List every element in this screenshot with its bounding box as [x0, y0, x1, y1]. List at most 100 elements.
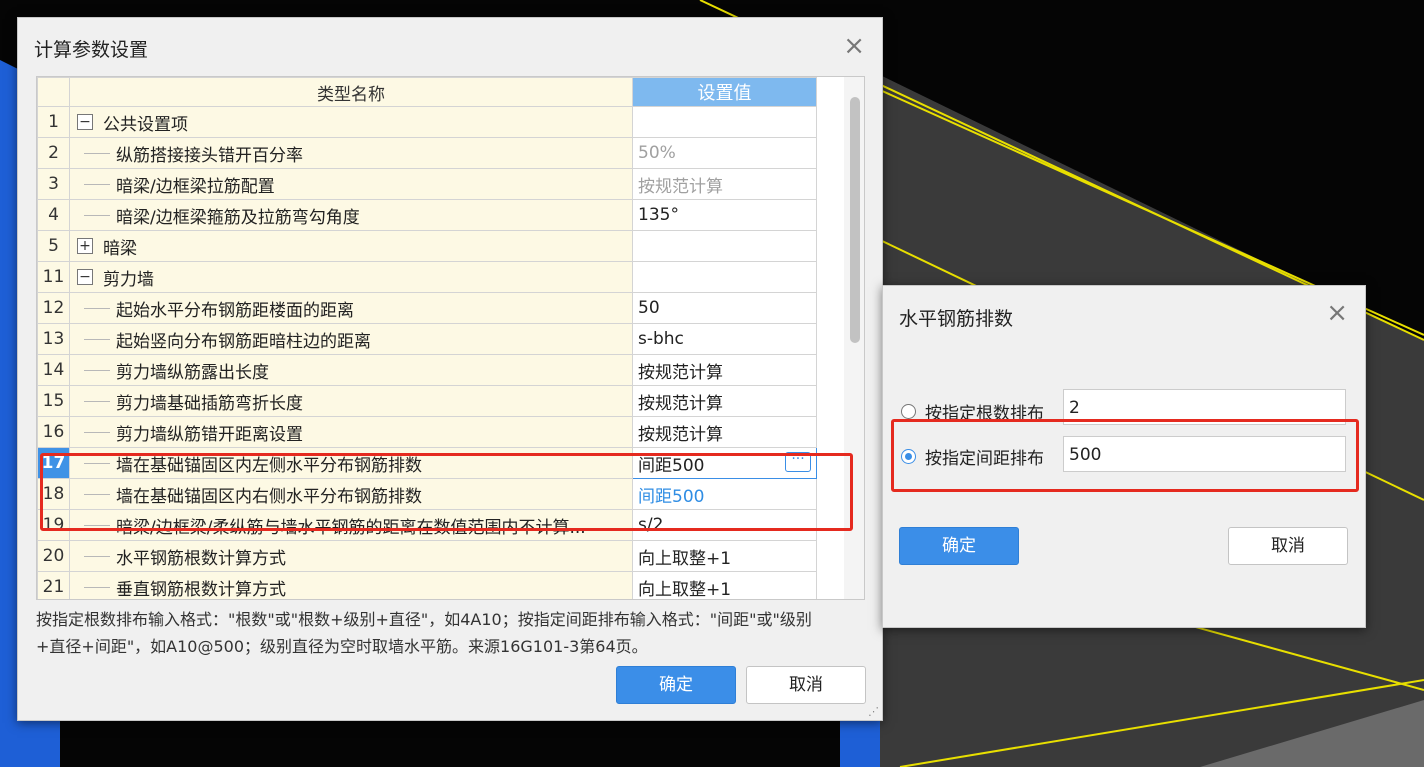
- ok-button[interactable]: 确定: [899, 527, 1019, 565]
- table-row[interactable]: 14 剪力墙纵筋露出长度 按规范计算: [37, 354, 817, 386]
- radio-by-count[interactable]: [901, 404, 916, 419]
- row-name-text: 剪力墙基础插筋弯折长度: [116, 393, 303, 414]
- tree-branch-line: [84, 431, 110, 433]
- row-number: 14: [37, 354, 70, 386]
- table-header-row: 类型名称 设置值: [37, 77, 817, 107]
- cancel-button[interactable]: 取消: [746, 666, 866, 704]
- row-type-name: − 公共设置项: [69, 106, 633, 138]
- collapse-icon[interactable]: −: [77, 269, 93, 285]
- tree-branch-line: [84, 152, 110, 154]
- row-value-text: 135°: [638, 205, 679, 225]
- calc-params-dialog: 计算参数设置 × 类型名称 设置值 1− 公共设置项 2 纵筋搭接接头错开百分率 50%…: [17, 17, 883, 721]
- row-number: 11: [37, 261, 70, 293]
- row-name-text: 剪力墙: [103, 269, 154, 290]
- table-row[interactable]: 21 垂直钢筋根数计算方式 向上取整+1: [37, 571, 817, 600]
- ok-button[interactable]: 确定: [616, 666, 736, 704]
- table-row[interactable]: 1− 公共设置项: [37, 106, 817, 138]
- row-type-name: − 剪力墙: [69, 261, 633, 293]
- row-value-text: 按规范计算: [638, 424, 723, 445]
- row-type-name: 纵筋搭接接头错开百分率: [69, 137, 633, 169]
- row-number: 15: [37, 385, 70, 417]
- table-row[interactable]: 12 起始水平分布钢筋距楼面的距离 50: [37, 292, 817, 324]
- table-row[interactable]: 20 水平钢筋根数计算方式 向上取整+1: [37, 540, 817, 572]
- row-type-name: 起始水平分布钢筋距楼面的距离: [69, 292, 633, 324]
- row-value-text: 向上取整+1: [638, 548, 732, 569]
- row-value-text: 按规范计算: [638, 176, 723, 197]
- row-number: 20: [37, 540, 70, 572]
- row-name-text: 暗梁/边框梁拉筋配置: [116, 176, 275, 197]
- sub-dialog-title: 水平钢筋排数: [899, 308, 1014, 330]
- highlight-rows-17-18: [40, 453, 853, 531]
- collapse-icon[interactable]: −: [77, 114, 93, 130]
- row-value-text: 按规范计算: [638, 362, 723, 383]
- row-setting-value[interactable]: 50: [632, 292, 817, 324]
- format-description: 按指定根数排布输入格式："根数"或"根数+级别+直径"，如4A10；按指定间距排…: [36, 610, 812, 656]
- row-setting-value[interactable]: 按规范计算: [632, 354, 817, 386]
- row-type-name: 水平钢筋根数计算方式: [69, 540, 633, 572]
- tree-branch-line: [84, 400, 110, 402]
- table-row[interactable]: 16 剪力墙纵筋错开距离设置 按规范计算: [37, 416, 817, 448]
- row-setting-value[interactable]: [632, 106, 817, 138]
- header-row-no: [37, 77, 70, 107]
- row-number: 5: [37, 230, 70, 262]
- row-setting-value[interactable]: 50%: [632, 137, 817, 169]
- scrollbar-thumb[interactable]: [850, 97, 860, 343]
- row-name-text: 暗梁: [103, 238, 137, 259]
- row-setting-value[interactable]: 按规范计算: [632, 416, 817, 448]
- row-name-text: 暗梁/边框梁箍筋及拉筋弯勾角度: [116, 207, 360, 228]
- row-type-name: 暗梁/边框梁箍筋及拉筋弯勾角度: [69, 199, 633, 231]
- row-setting-value[interactable]: 向上取整+1: [632, 571, 817, 600]
- row-name-text: 公共设置项: [103, 114, 188, 135]
- expand-icon[interactable]: +: [77, 238, 93, 254]
- table-row[interactable]: 13 起始竖向分布钢筋距暗柱边的距离 s-bhc: [37, 323, 817, 355]
- table-row[interactable]: 3 暗梁/边框梁拉筋配置 按规范计算: [37, 168, 817, 200]
- highlight-spacing-option: [891, 419, 1359, 492]
- row-name-text: 水平钢筋根数计算方式: [116, 548, 286, 569]
- row-name-text: 剪力墙纵筋错开距离设置: [116, 424, 303, 445]
- table-row[interactable]: 11− 剪力墙: [37, 261, 817, 293]
- row-number: 12: [37, 292, 70, 324]
- row-name-text: 剪力墙纵筋露出长度: [116, 362, 269, 383]
- row-setting-value[interactable]: [632, 230, 817, 262]
- table-row[interactable]: 15 剪力墙基础插筋弯折长度 按规范计算: [37, 385, 817, 417]
- dialog-title: 计算参数设置: [34, 39, 149, 61]
- header-type-name: 类型名称: [69, 77, 633, 107]
- row-number: 3: [37, 168, 70, 200]
- row-setting-value[interactable]: s-bhc: [632, 323, 817, 355]
- resize-grip-icon[interactable]: ⋰: [868, 705, 879, 718]
- table-row[interactable]: 2 纵筋搭接接头错开百分率 50%: [37, 137, 817, 169]
- row-type-name: 起始竖向分布钢筋距暗柱边的距离: [69, 323, 633, 355]
- tree-branch-line: [84, 214, 110, 216]
- row-value-text: s-bhc: [638, 329, 684, 349]
- row-type-name: 暗梁/边框梁拉筋配置: [69, 168, 633, 200]
- row-type-name: 垂直钢筋根数计算方式: [69, 571, 633, 599]
- row-value-text: 50: [638, 298, 660, 318]
- row-setting-value[interactable]: 向上取整+1: [632, 540, 817, 572]
- row-name-text: 起始水平分布钢筋距楼面的距离: [116, 300, 354, 321]
- row-number: 13: [37, 323, 70, 355]
- cancel-button[interactable]: 取消: [1228, 527, 1348, 565]
- row-setting-value[interactable]: 135°: [632, 199, 817, 231]
- table-row[interactable]: 4 暗梁/边框梁箍筋及拉筋弯勾角度 135°: [37, 199, 817, 231]
- tree-branch-line: [84, 369, 110, 371]
- close-icon[interactable]: ×: [843, 33, 865, 59]
- table-row[interactable]: 5 + 暗梁: [37, 230, 817, 262]
- row-setting-value[interactable]: 按规范计算: [632, 385, 817, 417]
- close-icon[interactable]: ×: [1326, 300, 1348, 326]
- row-name-text: 纵筋搭接接头错开百分率: [116, 145, 303, 166]
- row-value-text: 按规范计算: [638, 393, 723, 414]
- row-type-name: 剪力墙基础插筋弯折长度: [69, 385, 633, 417]
- row-number: 16: [37, 416, 70, 448]
- row-setting-value[interactable]: [632, 261, 817, 293]
- row-type-name: + 暗梁: [69, 230, 633, 262]
- row-value-text: 向上取整+1: [638, 579, 732, 600]
- row-setting-value[interactable]: 按规范计算: [632, 168, 817, 200]
- row-name-text: 起始竖向分布钢筋距暗柱边的距离: [116, 331, 371, 352]
- tree-branch-line: [84, 183, 110, 185]
- tree-branch-line: [84, 586, 110, 588]
- row-number: 4: [37, 199, 70, 231]
- row-number: 1: [37, 106, 70, 138]
- row-number: 2: [37, 137, 70, 169]
- row-type-name: 剪力墙纵筋错开距离设置: [69, 416, 633, 448]
- tree-branch-line: [84, 338, 110, 340]
